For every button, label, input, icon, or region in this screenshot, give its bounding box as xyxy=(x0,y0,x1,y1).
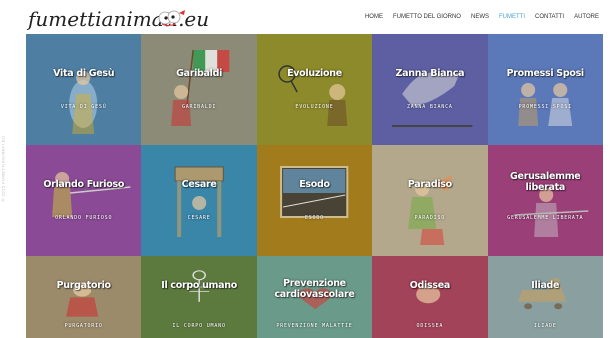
angels-icon xyxy=(408,175,453,245)
couple-icon xyxy=(517,83,572,126)
nav-autore[interactable]: AUTORE xyxy=(574,14,599,20)
caesar-sign-icon xyxy=(175,166,225,237)
nav-contatti[interactable]: CONTATTI xyxy=(535,14,564,20)
comic-tile[interactable]: Il corpo umano IL CORPO UMANO xyxy=(141,256,257,338)
comic-tile[interactable]: Prevenzione cardiovascolare PREVENZIONE M… xyxy=(256,256,373,338)
comic-tile[interactable]: Garibaldi GARIBALDI xyxy=(141,34,257,145)
comics-grid: Vita di Gesù VITA DI GESÙ Garibaldi GARIBAL… xyxy=(26,34,603,338)
comic-subtitle: VITA DI GESÙ xyxy=(60,104,107,110)
comic-tile[interactable]: Cesare CESARE xyxy=(141,145,257,256)
comic-title: Odissea xyxy=(409,280,451,291)
site-header: fumettianimati.eu HOME FUMETTO DEL GIORN… xyxy=(0,0,611,34)
wolf-icon xyxy=(392,72,473,127)
comic-subtitle: PROMESSI SPOSI xyxy=(518,104,572,110)
credit-text: © 2015 FUMETTIANIMATI.EU xyxy=(0,135,6,202)
comic-title: Prevenzione cardiovascolare xyxy=(274,278,355,300)
comic-title: Cesare xyxy=(181,179,217,190)
comic-tile[interactable]: Odissea ODISSEA xyxy=(372,256,488,338)
comic-subtitle: PREVENZIONE MALATTIE xyxy=(276,323,353,329)
comic-tile[interactable]: Gerusalemme liberata GERUSALEMME LIBERATA xyxy=(487,145,603,256)
comic-tile[interactable]: Zanna Bianca ZANNA BIANCA xyxy=(372,34,488,145)
comic-tile[interactable]: Paradiso PARADISO xyxy=(372,145,488,256)
nav-fumetti[interactable]: FUMETTI xyxy=(499,14,525,20)
comic-subtitle: GERUSALEMME LIBERATA xyxy=(507,215,584,221)
comic-title: Orlando Furioso xyxy=(43,179,125,190)
comic-tile[interactable]: Evoluzione EVOLUZIONE xyxy=(256,34,373,145)
comic-title: Zanna Bianca xyxy=(395,68,465,79)
comic-tile[interactable]: Purgatorio PURGATORIO xyxy=(26,256,142,338)
comic-title: Evoluzione xyxy=(287,68,342,79)
caveman-icon xyxy=(278,65,348,126)
comic-subtitle: ODISSEA xyxy=(416,323,444,329)
nav-news[interactable]: NEWS xyxy=(471,14,489,20)
comic-title: Gerusalemme liberata xyxy=(510,171,581,193)
comic-subtitle: ILIADE xyxy=(533,323,557,329)
comic-title: Esodo xyxy=(299,179,330,190)
mascot-icon xyxy=(158,10,185,26)
side-credit: © 2015 FUMETTIANIMATI.EU xyxy=(0,130,12,210)
comic-title: Promessi Sposi xyxy=(506,68,585,79)
nav-fumetto-del-giorno[interactable]: FUMETTO DEL GIORNO xyxy=(393,14,461,20)
comic-title: Vita di Gesù xyxy=(53,68,115,79)
comic-tile[interactable]: Esodo ESODO xyxy=(256,145,373,256)
comic-title: Il corpo umano xyxy=(161,280,237,291)
comic-subtitle: ESODO xyxy=(304,215,324,221)
comic-subtitle: PARADISO xyxy=(414,215,446,221)
comic-tile[interactable]: Orlando Furioso ORLANDO FURIOSO xyxy=(26,145,142,256)
comic-title: Garibaldi xyxy=(176,68,223,79)
main-nav: HOME FUMETTO DEL GIORNO NEWS FUMETTI CON… xyxy=(365,14,599,20)
garibaldi-flag-icon xyxy=(171,49,230,126)
comic-subtitle: PURGATORIO xyxy=(64,323,103,329)
comic-subtitle: GARIBALDI xyxy=(181,104,217,110)
comic-subtitle: CESARE xyxy=(187,215,211,221)
comic-tile[interactable]: Iliade ILIADE xyxy=(487,256,603,338)
comic-title: Iliade xyxy=(531,280,560,291)
comic-title: Purgatorio xyxy=(56,280,111,291)
comic-subtitle: IL CORPO UMANO xyxy=(172,323,226,329)
exodus-icon xyxy=(279,166,349,218)
jesus-figure-icon xyxy=(69,71,98,134)
nav-home[interactable]: HOME xyxy=(365,14,383,20)
comic-subtitle: ORLANDO FURIOSO xyxy=(55,215,113,221)
comic-subtitle: EVOLUZIONE xyxy=(295,104,334,110)
comic-subtitle: ZANNA BIANCA xyxy=(407,104,453,110)
knight-icon xyxy=(52,172,131,217)
comic-tile[interactable]: Promessi Sposi PROMESSI SPOSI xyxy=(487,34,603,145)
crusader-icon xyxy=(513,188,588,237)
comic-tile[interactable]: Vita di Gesù VITA DI GESÙ xyxy=(26,34,142,145)
comic-title: Paradiso xyxy=(407,179,452,190)
